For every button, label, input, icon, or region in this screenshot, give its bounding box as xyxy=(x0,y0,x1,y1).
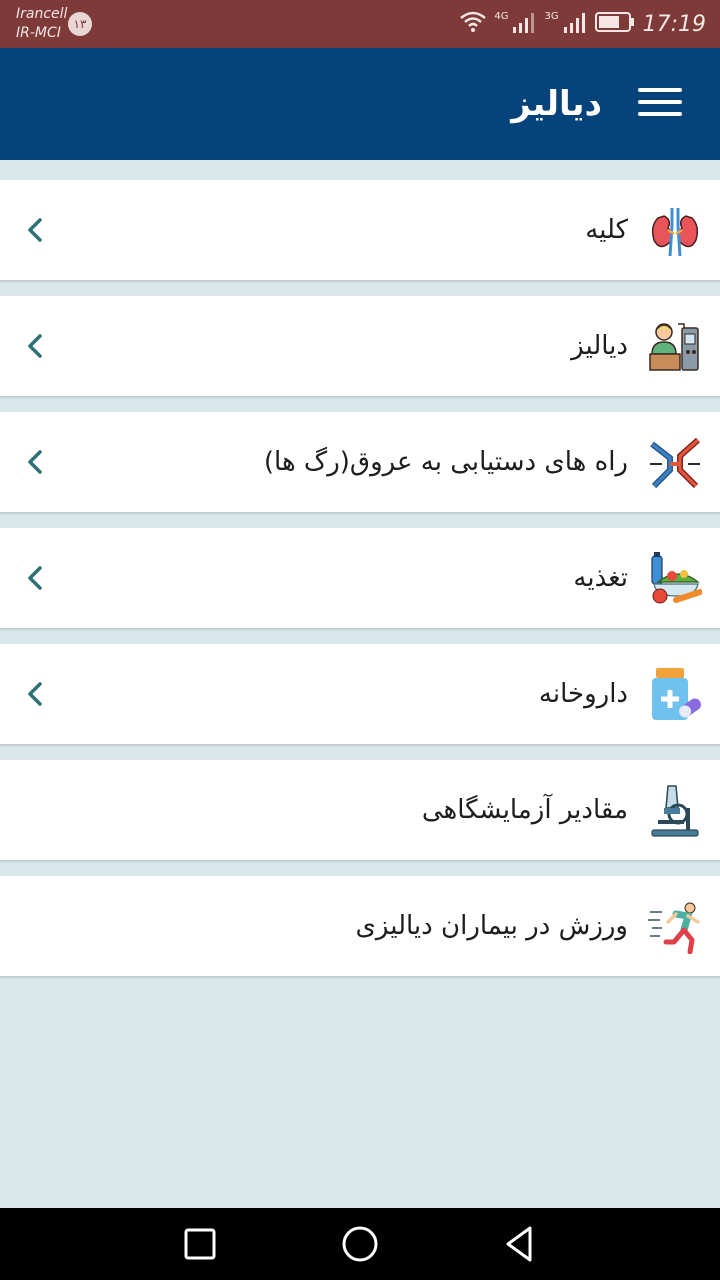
battery-icon xyxy=(594,11,635,37)
menu-item-pharmacy[interactable]: داروخانه xyxy=(0,644,720,744)
blood-vessel-icon xyxy=(648,436,702,490)
microscope-icon xyxy=(648,784,702,838)
carrier-name: Irancell IR-MCI xyxy=(16,5,67,43)
system-nav-bar xyxy=(0,1208,720,1280)
menu-item-kidney[interactable]: کلیه xyxy=(0,180,720,280)
menu-list: کلیه دیالیز راه های دستیابی به عروق(رگ ه… xyxy=(0,180,720,992)
menu-item-label: تغذیه xyxy=(573,563,628,593)
page-title: دیالیز xyxy=(511,84,602,124)
menu-item-label: داروخانه xyxy=(538,679,628,709)
square-recents-icon[interactable] xyxy=(180,1224,220,1264)
hamburger-menu-icon[interactable] xyxy=(638,88,682,120)
menu-item-dialysis[interactable]: دیالیز xyxy=(0,296,720,396)
menu-item-label: مقادیر آزمایشگاهی xyxy=(421,795,628,825)
carrier-line-2: IR-MCI xyxy=(16,25,61,41)
chevron-left-icon xyxy=(22,214,50,246)
menu-item-vascular-access[interactable]: راه های دستیابی به عروق(رگ ها) xyxy=(0,412,720,512)
menu-item-label: ورزش در بیماران دیالیزی xyxy=(355,911,628,941)
wifi-icon xyxy=(460,11,487,37)
chevron-left-icon xyxy=(22,678,50,710)
status-bar: Irancell IR-MCI ۱۳ 4G 3G 17:19 xyxy=(0,0,720,48)
nutrition-icon xyxy=(648,552,703,606)
menu-item-label: دیالیز xyxy=(571,331,628,361)
network-type-1: 4G xyxy=(494,10,509,22)
kidney-icon xyxy=(648,204,702,258)
menu-item-label: راه های دستیابی به عروق(رگ ها) xyxy=(263,447,628,477)
menu-item-lab-values[interactable]: مقادیر آزمایشگاهی xyxy=(0,760,720,860)
clock: 17:19 xyxy=(642,11,706,37)
menu-item-label: کلیه xyxy=(585,215,628,245)
app-bar: دیالیز xyxy=(0,48,720,160)
dialysis-patient-icon xyxy=(648,320,702,374)
chevron-left-icon xyxy=(22,446,50,478)
signal-strength-icon-2 xyxy=(563,11,587,37)
pharmacy-icon xyxy=(648,668,702,722)
carrier-line-1: Irancell xyxy=(16,6,68,22)
notification-badge: ۱۳ xyxy=(68,12,92,36)
menu-item-exercise[interactable]: ورزش در بیماران دیالیزی xyxy=(0,876,720,976)
chevron-left-icon xyxy=(22,330,50,362)
chevron-left-icon xyxy=(22,562,50,594)
menu-item-nutrition[interactable]: تغذیه xyxy=(0,528,720,628)
triangle-back-icon[interactable] xyxy=(500,1224,540,1264)
signal-strength-icon-1 xyxy=(512,11,536,37)
network-type-2: 3G xyxy=(544,10,559,22)
running-person-icon xyxy=(648,900,702,955)
circle-home-icon[interactable] xyxy=(340,1224,380,1264)
